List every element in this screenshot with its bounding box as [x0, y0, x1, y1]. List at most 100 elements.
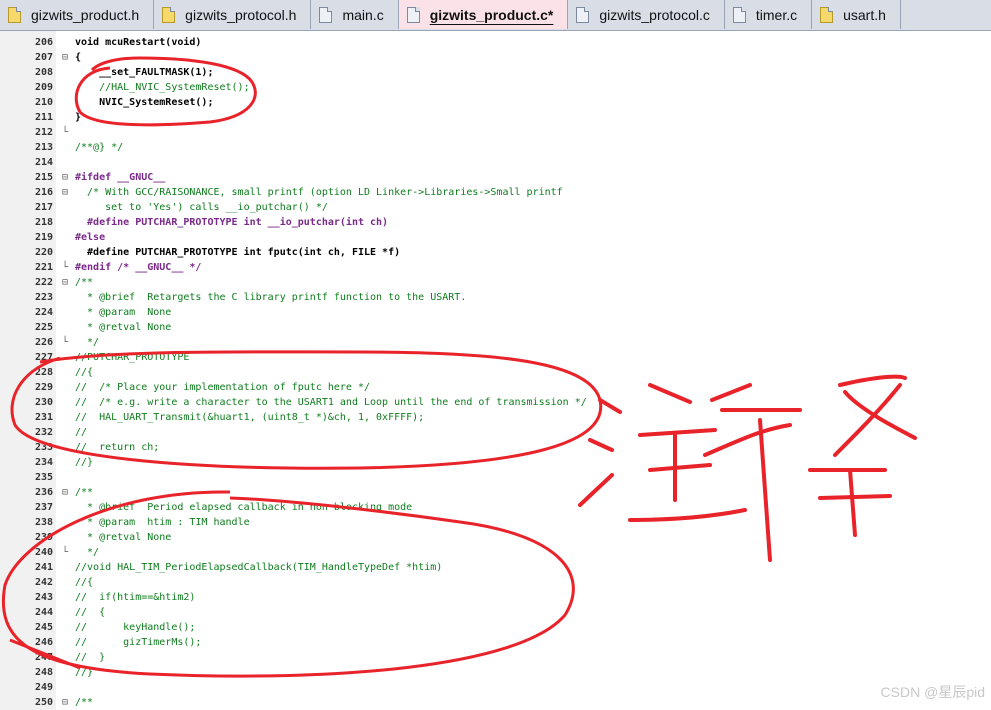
line-number: 231 [34, 412, 53, 423]
line-number: 229 [34, 382, 53, 393]
fold-collapse-icon[interactable]: ⊟ [60, 50, 70, 65]
code-line[interactable]: 239 * @retval None [0, 530, 991, 545]
code-line[interactable]: 233 // return ch; [0, 440, 991, 455]
code-line[interactable]: 235 [0, 470, 991, 485]
line-number: 237 [34, 502, 53, 513]
code-line[interactable]: 247 // } [0, 650, 991, 665]
code-text: //{ [75, 577, 94, 588]
line-number: 234 [34, 457, 53, 468]
code-text: * @retval None [75, 322, 172, 333]
tab-label: timer.c [755, 6, 798, 23]
code-line[interactable]: 210 NVIC_SystemReset(); [0, 95, 991, 110]
code-line[interactable]: 223 * @brief Retargets the C library pri… [0, 290, 991, 305]
code-line[interactable]: 221 └ #endif /* __GNUC__ */ [0, 260, 991, 275]
code-line[interactable]: 246 // gizTimerMs(); [0, 635, 991, 650]
tab-label: gizwits_protocol.c [599, 6, 710, 23]
fold-collapse-icon[interactable]: ⊟ [60, 695, 70, 710]
code-line[interactable]: 248 //} [0, 665, 991, 680]
code-line[interactable]: 206 void mcuRestart(void) [0, 35, 991, 50]
code-line[interactable]: 214 [0, 155, 991, 170]
code-text: * @param None [75, 307, 172, 318]
code-line[interactable]: 231 // HAL_UART_Transmit(&huart1, (uint8_… [0, 410, 991, 425]
code-text: { [75, 52, 82, 63]
line-number: 222 [34, 277, 53, 288]
source-file-icon [732, 6, 746, 23]
code-line[interactable]: 222 ⊟ /** [0, 275, 991, 290]
code-line[interactable]: 240 └ */ [0, 545, 991, 560]
code-line[interactable]: 226 └ */ [0, 335, 991, 350]
header-file-icon [162, 6, 176, 23]
code-line[interactable]: 238 * @param htim : TIM handle [0, 515, 991, 530]
code-line[interactable]: 213 /**@} */ [0, 140, 991, 155]
line-number: 225 [34, 322, 53, 333]
code-line[interactable]: 249 [0, 680, 991, 695]
code-line[interactable]: 230 // /* e.g. write a character to the U… [0, 395, 991, 410]
code-line[interactable]: 236 ⊟ /** [0, 485, 991, 500]
code-line[interactable]: 207 ⊟ { [0, 50, 991, 65]
code-line[interactable]: 211} [0, 110, 991, 125]
line-number: 215 [34, 172, 53, 183]
code-text: //} [75, 457, 94, 468]
code-text: /**@} */ [75, 142, 124, 153]
line-number: 217 [34, 202, 53, 213]
code-text: set to 'Yes') calls __io_putchar() */ [75, 202, 328, 213]
line-number: 218 [34, 217, 53, 228]
code-editor[interactable]: 206 void mcuRestart(void) 207 ⊟ {208 __set_F… [0, 31, 991, 710]
code-text: // } [75, 652, 106, 663]
line-number: 227 [34, 352, 53, 363]
code-text: NVIC_SystemReset(); [75, 97, 214, 108]
code-text: * @param htim : TIM handle [75, 517, 250, 528]
code-text: //} [75, 667, 94, 678]
code-text: #define PUTCHAR_PROTOTYPE int __io_putch… [75, 217, 389, 228]
code-text: //PUTCHAR_PROTOTYPE [75, 352, 190, 363]
code-line[interactable]: 237 * @brief Period elapsed callback in … [0, 500, 991, 515]
code-line[interactable]: 219 #else [0, 230, 991, 245]
code-text: } [75, 112, 82, 123]
tab-gizwits-product-h[interactable]: gizwits_product.h [0, 0, 155, 29]
tab-main-c[interactable]: main.c [311, 0, 399, 29]
code-line[interactable]: 227 //PUTCHAR_PROTOTYPE [0, 350, 991, 365]
code-line[interactable]: 224 * @param None [0, 305, 991, 320]
code-line[interactable]: 244 // { [0, 605, 991, 620]
tab-gizwits-protocol-h[interactable]: gizwits_protocol.h [154, 0, 312, 29]
tab-gizwits-product-c-[interactable]: gizwits_product.c* [398, 0, 569, 29]
line-number: 249 [34, 682, 53, 693]
code-text: */ [75, 547, 100, 558]
code-line[interactable]: 241 //void HAL_TIM_PeriodElapsedCallback(… [0, 560, 991, 575]
line-number: 216 [34, 187, 53, 198]
code-line[interactable]: 215 ⊟ #ifdef __GNUC__ [0, 170, 991, 185]
fold-collapse-icon[interactable]: ⊟ [60, 185, 70, 200]
code-line[interactable]: 232 // [0, 425, 991, 440]
line-number: 244 [34, 607, 53, 618]
code-line[interactable]: 209 //HAL_NVIC_SystemReset(); [0, 80, 991, 95]
fold-guide-icon: └ [61, 127, 69, 138]
code-line[interactable]: 217 set to 'Yes') calls __io_putchar() *… [0, 200, 991, 215]
code-line[interactable]: 225 * @retval None [0, 320, 991, 335]
code-line[interactable]: 218 #define PUTCHAR_PROTOTYPE int __io_p… [0, 215, 991, 230]
code-line[interactable]: 212 └ [0, 125, 991, 140]
code-line[interactable]: 243 // if(htim==&htim2) [0, 590, 991, 605]
code-text: /** [75, 697, 94, 708]
tab-timer-c[interactable]: timer.c [725, 0, 813, 29]
line-number: 232 [34, 427, 53, 438]
code-line[interactable]: 228 //{ [0, 365, 991, 380]
code-line[interactable]: 250 ⊟ /** [0, 695, 991, 710]
code-line[interactable]: 220 #define PUTCHAR_PROTOTYPE int fputc(… [0, 245, 991, 260]
code-line[interactable]: 216 ⊟ /* With GCC/RAISONANCE, small print… [0, 185, 991, 200]
line-number: 214 [34, 157, 53, 168]
line-number: 236 [34, 487, 53, 498]
code-line[interactable]: 208 __set_FAULTMASK(1); [0, 65, 991, 80]
code-line[interactable]: 245 // keyHandle(); [0, 620, 991, 635]
code-text: #ifdef __GNUC__ [75, 172, 166, 183]
line-number: 240 [34, 547, 53, 558]
code-line[interactable]: 234 //} [0, 455, 991, 470]
code-text: /** [75, 277, 94, 288]
code-line[interactable]: 229 // /* Place your implementation of fp… [0, 380, 991, 395]
code-line[interactable]: 242 //{ [0, 575, 991, 590]
fold-collapse-icon[interactable]: ⊟ [60, 170, 70, 185]
tab-gizwits-protocol-c[interactable]: gizwits_protocol.c [568, 0, 725, 29]
fold-collapse-icon[interactable]: ⊟ [60, 275, 70, 290]
code-text: //void HAL_TIM_PeriodElapsedCallback(TIM… [75, 562, 443, 573]
fold-collapse-icon[interactable]: ⊟ [60, 485, 70, 500]
tab-usart-h[interactable]: usart.h [812, 0, 901, 29]
